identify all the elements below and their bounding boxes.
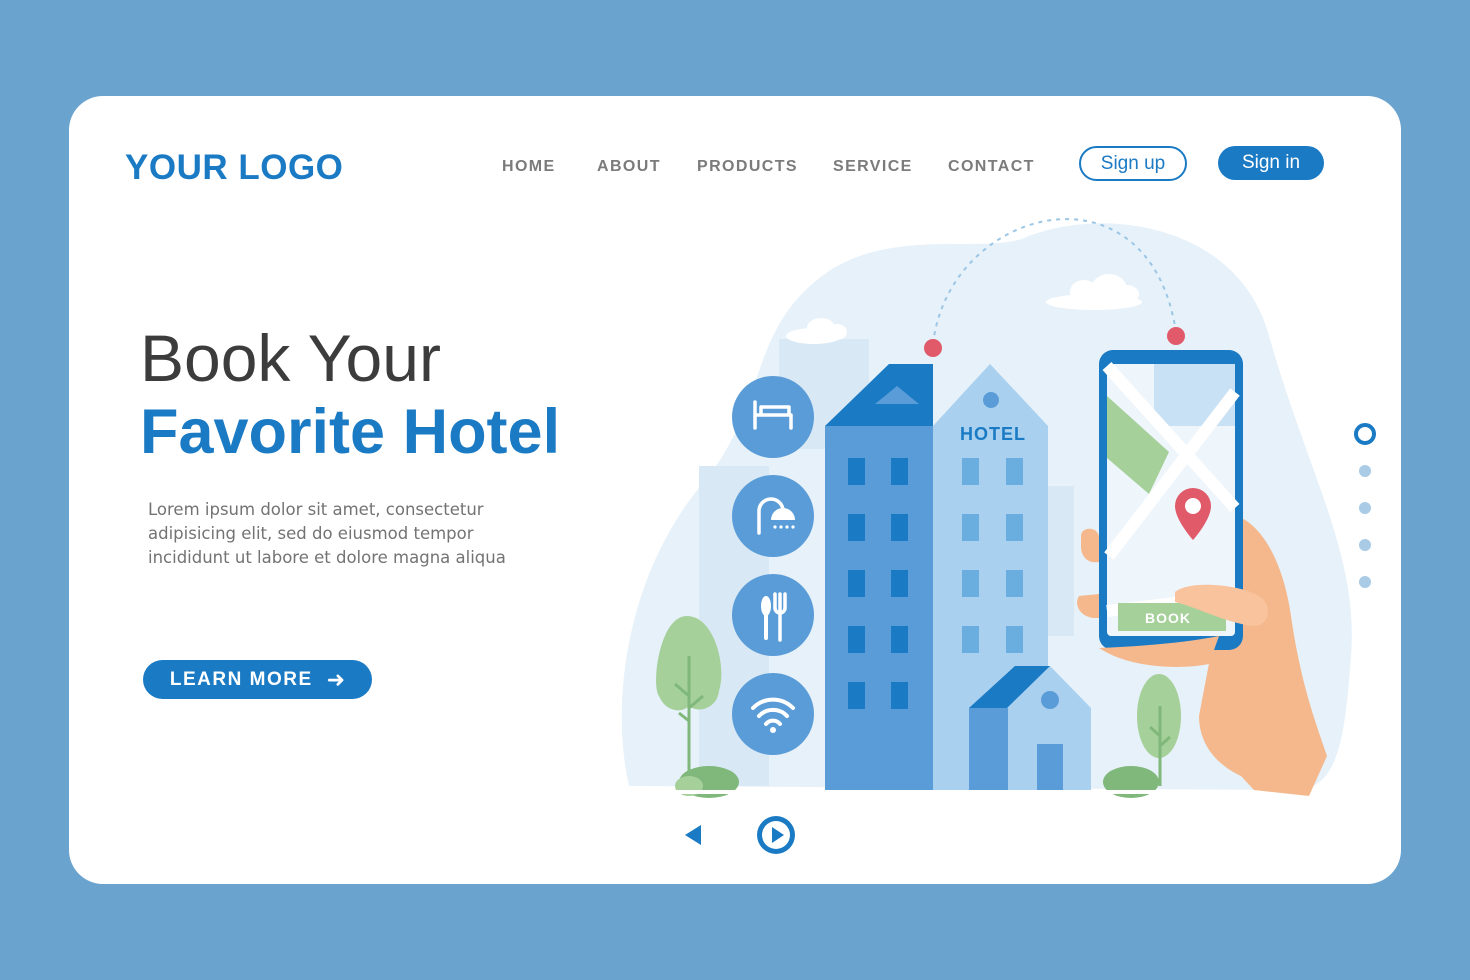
connector-dot bbox=[924, 339, 942, 357]
wifi-icon bbox=[732, 673, 814, 755]
carousel-dot[interactable] bbox=[1359, 465, 1371, 477]
carousel-dot[interactable] bbox=[1359, 576, 1371, 588]
carousel-dot-active[interactable] bbox=[1354, 423, 1376, 445]
shower-icon bbox=[732, 475, 814, 557]
hotel-booking-illustration: HOTEL BOOK bbox=[621, 218, 1352, 798]
bed-icon bbox=[732, 376, 814, 458]
landing-card: YOUR LOGO HOME ABOUT PRODUCTS SERVICE CO… bbox=[69, 96, 1401, 884]
carousel-dot[interactable] bbox=[1359, 539, 1371, 551]
hotel-sign: HOTEL bbox=[960, 424, 1026, 444]
phone-book-label: BOOK bbox=[1145, 610, 1191, 626]
previous-icon[interactable] bbox=[677, 820, 707, 850]
cutlery-icon bbox=[732, 574, 814, 656]
play-icon[interactable] bbox=[755, 814, 797, 856]
carousel-dot[interactable] bbox=[1359, 502, 1371, 514]
connector-dot bbox=[1167, 327, 1185, 345]
